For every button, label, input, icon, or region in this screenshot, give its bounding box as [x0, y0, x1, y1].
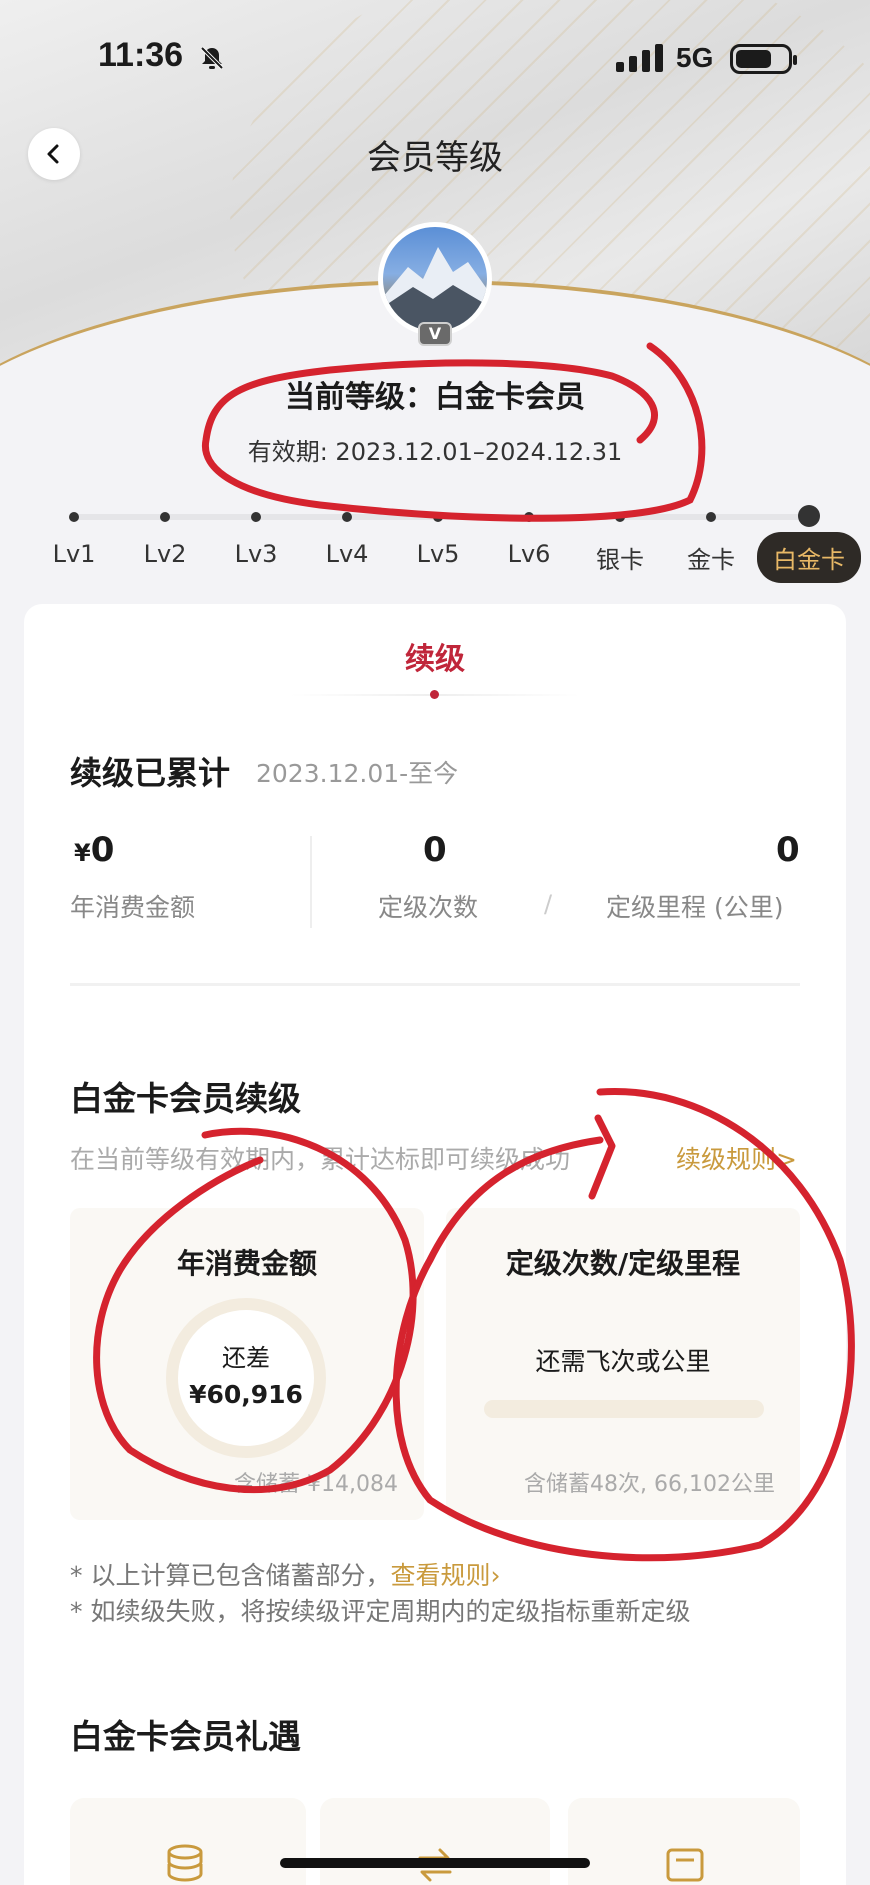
stat-slash: /: [544, 890, 553, 918]
note-line-2: * 如续级失败，将按续级评定周期内的定级指标重新定级: [70, 1597, 691, 1626]
level-lv1[interactable]: Lv1: [53, 540, 96, 568]
level-lv4[interactable]: Lv4: [326, 540, 369, 568]
view-rules-link[interactable]: 查看规则›: [390, 1561, 500, 1590]
validity-period: 有效期: 2023.12.01–2024.12.31: [247, 438, 623, 466]
coins-icon: [167, 1844, 203, 1882]
level-dot-current: [798, 505, 820, 527]
mileage-value: 0: [776, 830, 800, 870]
level-lv3[interactable]: Lv3: [235, 540, 278, 568]
level-dot: [524, 512, 534, 522]
signal-icon: [616, 44, 663, 72]
segment-progress-bar: [484, 1400, 764, 1418]
mountain-image: [383, 247, 487, 331]
level-dot: [342, 512, 352, 522]
stat-divider: [310, 836, 312, 928]
renewal-rules-link[interactable]: 续级规则>: [676, 1140, 797, 1176]
level-dot: [706, 512, 716, 522]
spend-gap-label: 还差: [222, 1344, 270, 1372]
level-lv2[interactable]: Lv2: [144, 540, 187, 568]
tab-renewal[interactable]: 续级: [0, 634, 870, 678]
spend-gap-value: ¥60,916: [189, 1380, 303, 1409]
currency-symbol: ¥: [74, 839, 91, 867]
avatar[interactable]: [378, 222, 492, 336]
ticket-icon: [666, 1848, 704, 1882]
accumulated-heading: 续级已累计: [70, 754, 231, 792]
annual-spend-label: 年消费金额: [70, 893, 196, 922]
note-line-1: * 以上计算已包含储蓄部分，查看规则›: [70, 1561, 501, 1590]
current-level-title: 当前等级：白金卡会员: [285, 380, 585, 415]
level-badge: V: [418, 322, 452, 346]
status-time: 11:36: [98, 36, 184, 74]
segments-label: 定级次数: [378, 893, 479, 922]
spend-panel-footer: 含储蓄 ¥14,084: [234, 1472, 398, 1497]
battery-icon: [730, 44, 797, 74]
level-dot: [160, 512, 170, 522]
accumulated-period: 2023.12.01-至今: [256, 759, 459, 788]
section-divider: [70, 983, 800, 986]
segment-panel-title: 定级次数/定级里程: [505, 1247, 741, 1280]
renewal-description: 在当前等级有效期内，累计达标即可续级成功: [70, 1145, 571, 1174]
annual-spend-value: ¥0: [74, 830, 115, 870]
page-title: 会员等级: [367, 138, 503, 178]
segment-need-label: 还需飞次或公里: [535, 1347, 711, 1376]
gifts-heading: 白金卡会员礼遇: [70, 1717, 301, 1756]
level-dot: [615, 512, 625, 522]
segments-value: 0: [423, 830, 447, 870]
network-type: 5G: [676, 42, 714, 73]
level-dot: [69, 512, 79, 522]
renewal-heading: 白金卡会员续级: [70, 1079, 301, 1118]
level-dot: [433, 512, 443, 522]
level-lv6[interactable]: Lv6: [508, 540, 551, 568]
spend-progress-ring: [166, 1298, 326, 1458]
home-indicator[interactable]: [280, 1858, 590, 1868]
mileage-label: 定级里程 (公里): [606, 893, 784, 922]
level-silver[interactable]: 银卡: [596, 540, 644, 575]
spend-panel-title: 年消费金额: [176, 1247, 317, 1280]
level-platinum[interactable]: 白金卡: [757, 532, 861, 583]
level-lv5[interactable]: Lv5: [417, 540, 460, 568]
mute-bell-icon: [200, 46, 224, 70]
level-dot: [251, 512, 261, 522]
tab-indicator: [430, 690, 439, 699]
segment-panel-footer: 含储蓄48次, 66,102公里: [524, 1472, 775, 1497]
level-gold[interactable]: 金卡: [687, 540, 735, 575]
